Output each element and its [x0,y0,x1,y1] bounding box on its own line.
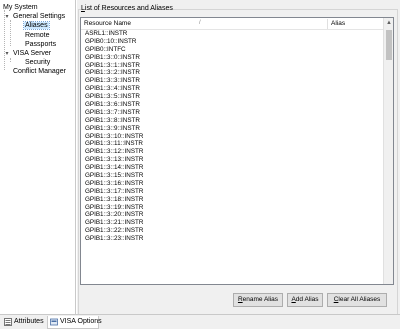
tree-item-conflict-manager[interactable]: Conflict Manager [12,67,67,77]
list-item[interactable]: ASRL1::INSTR [81,30,385,38]
vertical-scrollbar[interactable]: ▲ [383,18,393,284]
add-alias-button[interactable]: Add Alias [287,293,323,307]
tab-label: Attributes [14,318,44,325]
visa-options-icon [50,318,58,326]
tab-label: VISA Options [60,318,102,325]
list-item[interactable]: GPIB1::3::7::INSTR [81,109,385,117]
scrollbar-thumb[interactable] [386,30,392,60]
column-header-resource-name[interactable]: Resource Name [81,18,327,30]
list-item[interactable]: GPIB1::3::3::INSTR [81,77,385,85]
list-item[interactable]: GPIB1::3::11::INSTR [81,140,385,148]
tree-item-label: Aliases [23,21,50,30]
list-header: Resource Name / Alias [81,18,385,30]
group-box-title: List of Resources and Aliases [81,5,173,12]
tree-connector [10,20,11,46]
collapse-icon[interactable]: ▾ [4,51,10,57]
list-item[interactable]: GPIB1::3::2::INSTR [81,69,385,77]
list-item[interactable]: GPIB1::3::20::INSTR [81,211,385,219]
sort-arrow-icon: / [199,20,201,26]
list-item[interactable]: GPIB1::3::23::INSTR [81,235,385,243]
tree-item-label: My System [3,4,38,11]
list-item[interactable]: GPIB1::3::1::INSTR [81,62,385,70]
collapse-icon[interactable]: ▾ [4,14,10,20]
list-item[interactable]: GPIB1::3::13::INSTR [81,156,385,164]
tree-item-label: Remote [25,32,50,39]
list-item[interactable]: GPIB0::10::INSTR [81,38,385,46]
list-item[interactable]: GPIB1::3::17::INSTR [81,188,385,196]
list-item[interactable]: GPIB1::3::8::INSTR [81,117,385,125]
list-item[interactable]: GPIB1::3::15::INSTR [81,172,385,180]
tree-item-label: Security [25,59,51,66]
tab-visa-options[interactable]: VISA Options [47,316,102,329]
scroll-up-icon[interactable]: ▲ [384,18,393,28]
list-item[interactable]: GPIB1::3::10::INSTR [81,133,385,141]
rename-alias-button[interactable]: Rename Alias [233,293,283,307]
resource-list[interactable]: Resource Name / Alias ASRL1::INSTR GPIB0:… [80,17,394,285]
list-item[interactable]: GPIB0::INTFC [81,46,385,54]
list-item[interactable]: GPIB1::3::0::INSTR [81,54,385,62]
bottom-tab-strip: Attributes VISA Options [0,314,400,329]
list-item[interactable]: GPIB1::3::5::INSTR [81,93,385,101]
list-item[interactable]: GPIB1::3::14::INSTR [81,164,385,172]
tab-attributes[interactable]: Attributes [2,316,46,329]
clear-all-aliases-button[interactable]: Clear All Aliases [327,293,387,307]
list-item[interactable]: GPIB1::3::12::INSTR [81,148,385,156]
list-item[interactable]: GPIB1::3::18::INSTR [81,196,385,204]
tree-item-label: VISA Server [13,50,52,57]
tree-item-aliases[interactable]: Aliases [23,21,50,31]
tree-item-label: General Settings [13,13,66,20]
list-item[interactable]: GPIB1::3::22::INSTR [81,227,385,235]
navigation-tree: My System ▾ General Settings Aliases Rem… [0,0,76,314]
attributes-icon [4,318,12,326]
list-item[interactable]: GPIB1::3::16::INSTR [81,180,385,188]
aliases-panel: List of Resources and Aliases Resource N… [77,0,400,314]
column-header-alias[interactable]: Alias [328,18,385,30]
list-item[interactable]: GPIB1::3::6::INSTR [81,101,385,109]
list-item[interactable]: GPIB1::3::21::INSTR [81,219,385,227]
list-item[interactable]: GPIB1::3::9::INSTR [81,125,385,133]
list-rows: ASRL1::INSTR GPIB0::10::INSTR GPIB0::INTFC… [81,30,385,243]
tree-item-label: Conflict Manager [13,68,66,75]
tree-item-label: Passports [25,41,57,48]
list-item[interactable]: GPIB1::3::19::INSTR [81,204,385,212]
list-item[interactable]: GPIB1::3::4::INSTR [81,85,385,93]
